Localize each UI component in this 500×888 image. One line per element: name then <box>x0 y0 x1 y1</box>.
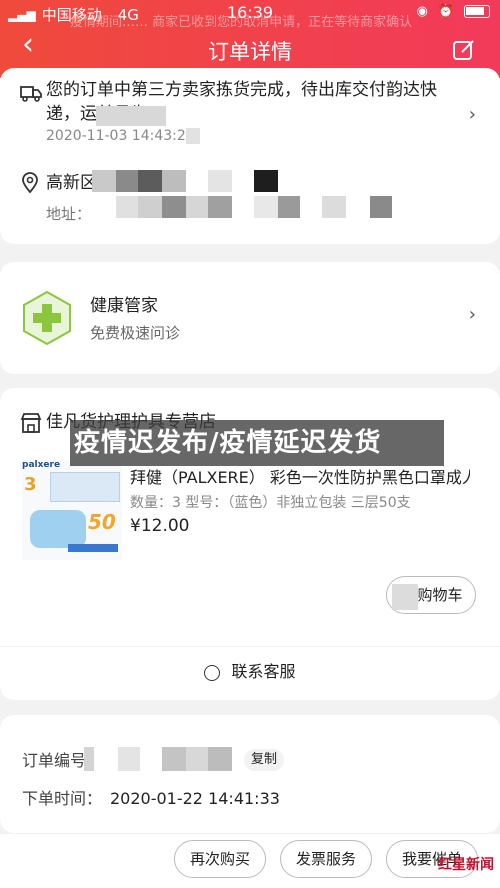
redacted-block <box>254 196 278 218</box>
chevron-right-icon: › <box>468 304 476 325</box>
redacted-block <box>162 196 186 218</box>
bottom-action-bar: 再次购买 发票服务 我要催单 <box>0 834 500 888</box>
redacted-block <box>278 196 300 218</box>
redacted-block <box>92 170 116 192</box>
redacted-block <box>208 196 232 218</box>
order-info-card: 订单编号： 复制 下单时间： 2020-01-22 14:41:33 <box>0 715 500 833</box>
health-subtitle: 免费极速问诊 <box>90 324 181 342</box>
redacted-block <box>254 170 278 192</box>
product-count: 3 <box>24 474 37 495</box>
address-label: 地址： <box>46 205 92 223</box>
redacted-block <box>392 584 418 610</box>
health-cross-icon <box>23 290 71 346</box>
product-image[interactable]: palxere 3 50 <box>22 460 122 560</box>
mask-box-shape <box>50 472 120 502</box>
redacted-block <box>186 747 208 771</box>
redacted-block <box>186 128 200 144</box>
redacted-block <box>116 170 138 192</box>
redacted-tracking <box>96 106 166 126</box>
overlay-caption: 疫情迟发布/疫情延迟发货 <box>70 420 444 466</box>
redacted-block <box>322 196 346 218</box>
product-badge: 50 <box>88 510 116 534</box>
header-bar: ▂▄▆ 中国移动 4G 16:39 ◉ ⏰ 疫情期间…… 商家已收到您的取消申请… <box>0 0 500 78</box>
location-pin-icon <box>22 172 38 194</box>
order-time-value: 2020-01-22 14:41:33 <box>110 789 280 808</box>
rebuy-button[interactable]: 再次购买 <box>174 840 266 878</box>
redacted-block <box>116 196 138 218</box>
shipping-time: 2020-11-03 14:43:29 <box>46 128 195 144</box>
watermark-text: 红星新闻 <box>438 857 494 873</box>
product-name[interactable]: 拜健（PALXERE） 彩色一次性防护黑色口罩成人... <box>130 466 470 490</box>
product-spec: 数量：3 型号：（蓝色）非独立包装 三层50支 <box>130 495 411 511</box>
edit-icon[interactable] <box>452 38 476 62</box>
copy-button[interactable]: 复制 <box>244 749 284 771</box>
product-price: ¥12.00 <box>130 516 190 536</box>
redacted-block <box>162 747 186 771</box>
redacted-block <box>138 170 162 192</box>
mask-shape <box>30 510 86 548</box>
truck-icon <box>20 86 42 102</box>
invoice-button[interactable]: 发票服务 <box>280 840 372 878</box>
product-banner <box>68 544 118 552</box>
redacted-block <box>162 170 186 192</box>
redacted-block <box>138 196 162 218</box>
health-card[interactable]: 健康管家 免费极速问诊 › <box>0 262 500 374</box>
battery-icon <box>464 5 490 18</box>
store-icon <box>20 413 42 433</box>
contact-service-label: 联系客服 <box>231 662 296 681</box>
chat-bubble-icon <box>204 664 221 681</box>
address-name: 高新区 <box>46 173 97 193</box>
health-title: 健康管家 <box>90 296 158 316</box>
redacted-block <box>186 196 208 218</box>
redacted-block <box>118 747 140 771</box>
redacted-block <box>84 747 94 771</box>
divider <box>0 646 500 647</box>
redacted-block <box>208 170 232 192</box>
contact-service-button[interactable]: 联系客服 <box>0 658 500 682</box>
chevron-right-icon: › <box>468 104 476 125</box>
page-title: 订单详情 <box>208 40 292 64</box>
order-time-label: 下单时间： <box>22 789 103 808</box>
alarm-icon: ⏰ <box>437 4 454 19</box>
product-brand-tag: palxere <box>22 460 61 470</box>
redacted-block <box>370 196 392 218</box>
redacted-block <box>208 747 232 771</box>
shipping-card[interactable]: 您的订单中第三方卖家拣货完成，待出库交付韵达快递，运单号为 2020-11-03… <box>0 68 500 244</box>
watermark-logo: 红星新闻 <box>430 854 494 884</box>
